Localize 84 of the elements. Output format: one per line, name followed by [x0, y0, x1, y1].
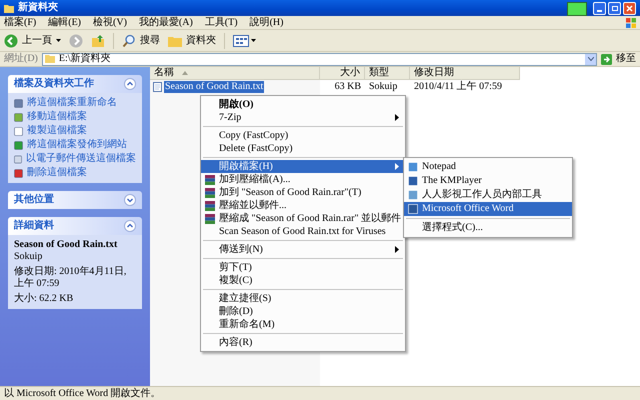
menu-item[interactable]: 加到 "Season of Good Rain.rar"(T): [201, 186, 405, 199]
archive-icon: [205, 200, 215, 210]
menu-item[interactable]: 複製(C): [201, 274, 405, 287]
expand-icon[interactable]: [124, 194, 136, 206]
column-header[interactable]: 類型: [365, 67, 410, 80]
folder-icon: [44, 55, 55, 63]
up-folder-icon[interactable]: [91, 34, 105, 48]
table-cell-text: 63 KB: [334, 80, 362, 93]
submenu-arrow-icon: [395, 114, 399, 121]
menu-item[interactable]: 重新命名(M): [201, 318, 405, 331]
menu-item[interactable]: Delete (FastCopy): [201, 142, 405, 155]
menu-item[interactable]: 檢視(V): [93, 16, 127, 28]
menu-item[interactable]: 說明(H): [250, 16, 284, 28]
menu-item[interactable]: Notepad: [404, 160, 572, 174]
task-link[interactable]: 刪除這個檔案: [27, 167, 87, 179]
folder-icon: [4, 4, 14, 12]
menu-item[interactable]: 選擇程式(C)...: [404, 221, 572, 235]
column-header[interactable]: 大小: [320, 67, 365, 80]
collapse-icon[interactable]: [124, 220, 136, 232]
menu-item[interactable]: 編輯(E): [48, 16, 82, 28]
submenu-arrow-icon: [395, 163, 399, 170]
address-field[interactable]: E:\新資料夾: [42, 52, 597, 66]
menu-item[interactable]: 建立捷徑(S): [201, 292, 405, 305]
menu-item[interactable]: 開啟檔案(H): [201, 160, 405, 173]
column-header[interactable]: 名稱: [150, 67, 320, 80]
menu-item[interactable]: 人人影視工作人员內部工具: [404, 188, 572, 202]
menu-item[interactable]: 內容(R): [201, 336, 405, 349]
text-file-icon: [153, 82, 162, 92]
menu-item[interactable]: 壓縮並以郵件...: [201, 199, 405, 212]
restore-button[interactable]: [608, 2, 621, 14]
go-arrow-icon: [601, 54, 612, 64]
panel-title[interactable]: 其他位置: [14, 194, 54, 206]
archive-icon: [205, 174, 215, 184]
task-link[interactable]: 以電子郵件傳送這個檔案: [26, 153, 136, 165]
file-name[interactable]: Season of Good Rain.txt: [164, 80, 264, 92]
folder-icon: [168, 34, 182, 46]
menu-item[interactable]: 傳送到(N): [201, 243, 405, 256]
views-button[interactable]: [233, 34, 256, 46]
status-text: 以 Microsoft Office Word 開啟文件。: [4, 388, 161, 400]
column-header[interactable]: 修改日期: [410, 67, 520, 80]
minimize-button[interactable]: [593, 2, 606, 14]
detail-size: 大小: 62.2 KB: [14, 293, 74, 305]
menu-item[interactable]: 工具(T): [204, 16, 238, 28]
archive-icon: [205, 214, 215, 224]
panel-title[interactable]: 詳細資料: [14, 220, 54, 232]
submenu-arrow-icon: [395, 246, 399, 253]
menu-item[interactable]: The KMPlayer: [404, 174, 572, 188]
search-button[interactable]: 搜尋: [122, 34, 160, 48]
menu-item[interactable]: 檔案(F): [4, 16, 36, 28]
search-icon: [122, 34, 136, 48]
detail-type: Sokuip: [14, 251, 44, 263]
dropdown-caret-icon: [56, 39, 61, 42]
go-button[interactable]: 移至: [601, 53, 636, 65]
task-link[interactable]: 移動這個檔案: [27, 111, 87, 123]
views-icon: [233, 34, 249, 46]
table-cell-text: 2010/4/11 上午 07:59: [413, 80, 503, 93]
dropdown-caret-icon[interactable]: [588, 57, 594, 61]
close-button[interactable]: [623, 2, 636, 14]
window-title: 新資料夾: [18, 2, 58, 14]
floating-panel: [567, 2, 587, 16]
task-link[interactable]: 複製這個檔案: [27, 125, 87, 137]
task-link[interactable]: 將這個檔案重新命名: [27, 97, 117, 109]
menu-item[interactable]: 壓縮成 "Season of Good Rain.rar" 並以郵件: [201, 212, 405, 225]
windows-logo-icon: [626, 18, 636, 28]
menu-item[interactable]: 加到壓縮檔(A)...: [201, 173, 405, 186]
menu-item[interactable]: 開啟(O): [201, 98, 405, 111]
menu-item[interactable]: Copy (FastCopy): [201, 129, 405, 142]
menu-item[interactable]: 剪下(T): [201, 261, 405, 274]
address-label: 網址(D): [4, 53, 38, 65]
detail-name: Season of Good Rain.txt: [14, 239, 118, 251]
detail-modified: 修改日期: 2010年4月11日, 上午 07:59: [14, 266, 128, 290]
dropdown-caret-icon: [251, 39, 256, 42]
folders-button[interactable]: 資料夾: [168, 34, 216, 46]
menu-item[interactable]: Microsoft Office Word: [404, 202, 572, 216]
menu-item[interactable]: 我的最愛(A): [138, 16, 193, 28]
archive-icon: [205, 188, 215, 198]
collapse-icon[interactable]: [124, 78, 136, 90]
back-button[interactable]: 上一頁: [4, 34, 61, 48]
task-link[interactable]: 將這個檔案發佈到網站: [27, 139, 127, 151]
menu-item[interactable]: Scan Season of Good Rain.txt for Viruses: [201, 225, 405, 238]
close-icon: [626, 4, 633, 12]
menu-item[interactable]: 7-Zip: [201, 111, 405, 124]
table-cell-text: Sokuip: [368, 80, 398, 93]
menu-item[interactable]: 刪除(D): [201, 305, 405, 318]
